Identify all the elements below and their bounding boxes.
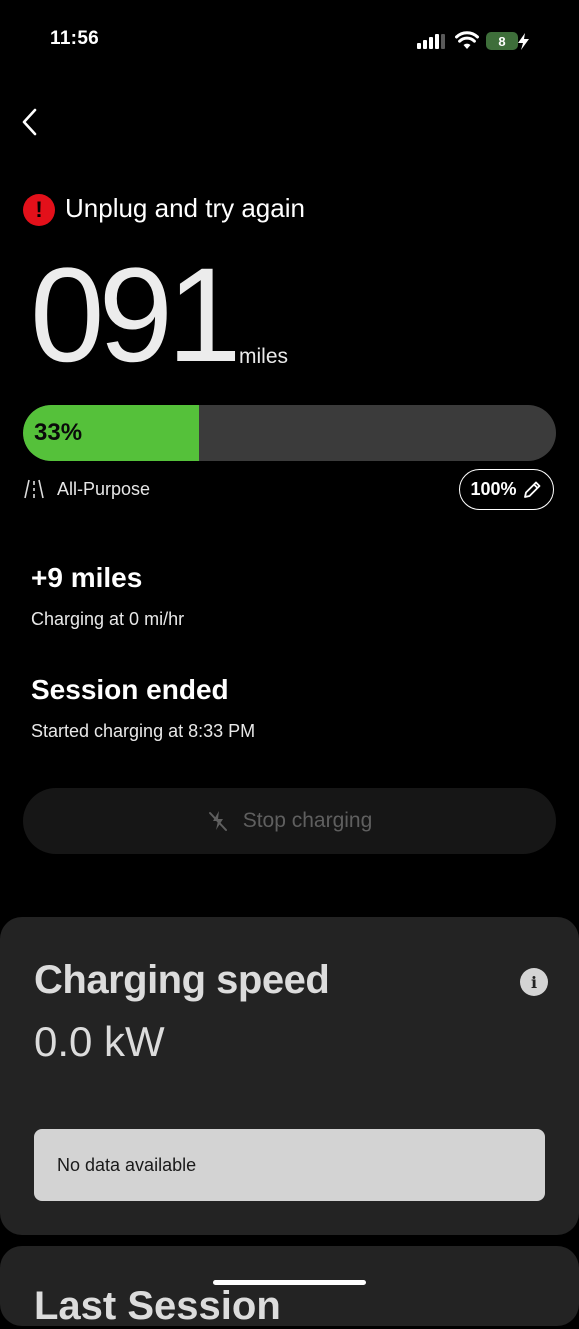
stop-charging-button[interactable]: Stop charging <box>23 788 556 854</box>
stop-charging-label: Stop charging <box>242 809 373 832</box>
wifi-icon <box>455 31 479 49</box>
charge-limit-button[interactable]: 100% <box>459 469 554 510</box>
charge-mode-label: All-Purpose <box>57 479 151 499</box>
battery-percent: 33% <box>34 419 83 446</box>
cellular-signal-icon <box>417 33 447 49</box>
battery-level-bar <box>23 405 556 461</box>
session-start-time: Started charging at 8:33 PM <box>31 721 256 741</box>
charging-speed-title: Charging speed <box>34 958 330 1002</box>
range-unit: miles <box>239 345 289 368</box>
miles-added: +9 miles <box>31 562 143 593</box>
next-card-title: Last Session <box>34 1284 281 1328</box>
alert-icon: ! <box>23 194 55 226</box>
no-data-message: No data available <box>57 1155 197 1175</box>
road-icon <box>24 479 44 499</box>
charging-rate: Charging at 0 mi/hr <box>31 609 185 629</box>
charging-speed-value: 0.0 kW <box>34 1018 165 1065</box>
session-state: Session ended <box>31 674 229 705</box>
charge-limit-label: 100% <box>470 479 517 499</box>
battery-level: 8 <box>498 33 506 49</box>
charging-slash-icon <box>208 811 227 831</box>
alert-message: Unplug and try again <box>65 193 305 223</box>
info-icon[interactable]: i <box>520 968 548 996</box>
charging-bolt-icon <box>518 33 529 50</box>
back-chevron-icon[interactable] <box>18 106 44 138</box>
home-indicator[interactable] <box>213 1280 366 1285</box>
range-value: 091 <box>30 241 242 390</box>
status-time: 11:56 <box>50 28 100 49</box>
pencil-icon <box>523 481 540 498</box>
battery-indicator: 8 <box>486 32 518 50</box>
